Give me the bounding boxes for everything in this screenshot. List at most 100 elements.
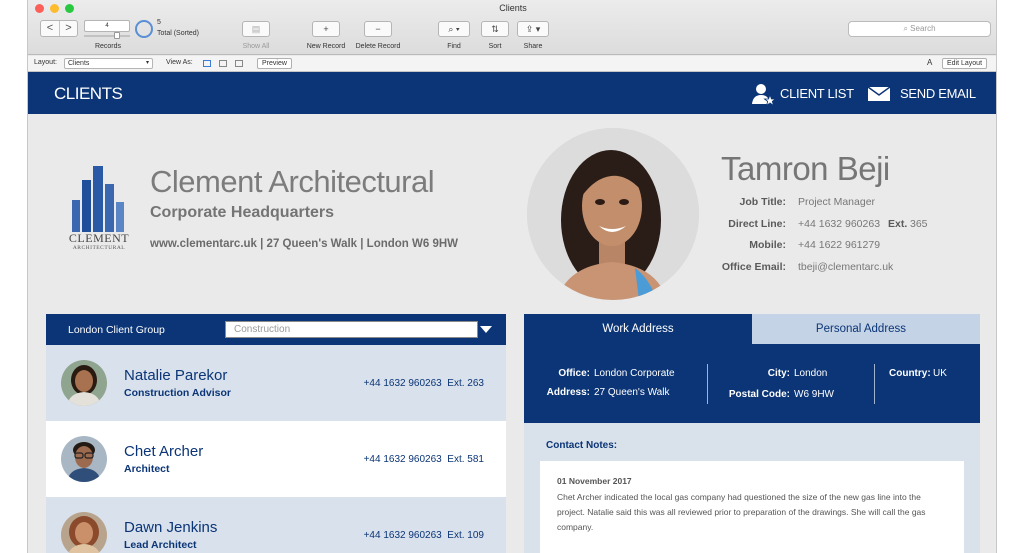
total-label: Total (Sorted)	[157, 30, 200, 37]
chevron-down-icon[interactable]	[480, 326, 492, 333]
address-label: Address:	[546, 387, 590, 398]
company-address: www.clementarc.uk | 27 Queen's Walk | Lo…	[150, 238, 459, 250]
send-email-button[interactable]: SEND EMAIL	[900, 86, 976, 101]
total-count: 5	[157, 19, 161, 26]
group-filter-select[interactable]: Construction	[225, 321, 478, 338]
app-window: Clients < > 4 Records 5 Total (Sorted) ▤…	[27, 0, 997, 553]
edit-layout-button[interactable]: Edit Layout	[942, 58, 988, 69]
search-placeholder: Search	[910, 24, 936, 33]
contact-row[interactable]: Dawn Jenkins Lead Architect +44 1632 960…	[46, 497, 506, 553]
view-as-label: View As:	[166, 59, 193, 66]
found-set-pie-icon	[135, 20, 153, 38]
slider-knob[interactable]	[114, 32, 120, 39]
office-email-label: Office Email:	[721, 261, 786, 273]
share-icon[interactable]: ⇪ ▾	[517, 21, 549, 37]
company-logo	[72, 166, 124, 232]
font-size-icon[interactable]: A	[927, 58, 932, 67]
note-date: 01 November 2017	[557, 476, 632, 486]
contact-row[interactable]: Chet Archer Architect +44 1632 960263 Ex…	[46, 421, 506, 497]
avatar	[61, 512, 107, 553]
form-view-icon[interactable]	[203, 60, 211, 67]
direct-line-label: Direct Line:	[728, 218, 786, 230]
avatar	[61, 360, 107, 406]
records-label: Records	[94, 43, 122, 50]
show-all-icon[interactable]: ▤	[242, 21, 270, 37]
office-value: London Corporate	[594, 368, 675, 379]
layout-select[interactable]: Clients ▾	[64, 58, 153, 69]
show-all-button[interactable]: Show All	[232, 43, 280, 50]
divider	[874, 364, 875, 404]
list-view-icon[interactable]	[219, 60, 227, 67]
tab-work-address[interactable]: Work Address	[524, 314, 752, 344]
mobile-value: +44 1622 961279	[798, 239, 881, 251]
address-tabs: Personal Address Work Address	[524, 314, 980, 344]
logo-subtext: ARCHITECTURAL	[72, 245, 126, 251]
contact-role: Construction Advisor	[124, 387, 231, 399]
note-card[interactable]: 01 November 2017 Chet Archer indicated t…	[540, 461, 964, 553]
delete-record-button[interactable]: Delete Record	[351, 43, 405, 50]
record-slider[interactable]	[84, 32, 130, 39]
divider	[707, 364, 708, 404]
contact-phone: +44 1632 960263 Ext. 109	[363, 530, 484, 541]
contact-name: Natalie Parekor	[124, 367, 228, 384]
contact-notes-title: Contact Notes:	[546, 440, 618, 451]
app-header: CLIENTS CLIENT LIST SEND EMAIL	[28, 72, 996, 114]
contact-name: Dawn Jenkins	[124, 519, 218, 536]
new-record-icon[interactable]: +	[312, 21, 340, 37]
chevron-down-icon: ▾	[145, 60, 149, 66]
office-label: Office:	[558, 368, 590, 379]
new-record-button[interactable]: New Record	[301, 43, 351, 50]
mobile-label: Mobile:	[749, 239, 786, 251]
contact-role: Lead Architect	[124, 539, 197, 551]
contact-phone: +44 1632 960263 Ext. 263	[363, 378, 484, 389]
client-group-label: London Client Group	[68, 324, 165, 336]
toolbar: Clients < > 4 Records 5 Total (Sorted) ▤…	[28, 0, 996, 55]
client-group-bar: London Client Group Construction	[46, 314, 506, 345]
office-email-value[interactable]: tbeji@clementarc.uk	[798, 261, 893, 273]
contact-role: Architect	[124, 463, 170, 475]
job-title-label: Job Title:	[739, 196, 786, 208]
client-list-button[interactable]: CLIENT LIST	[780, 86, 854, 101]
postal-code-label: Postal Code:	[728, 389, 790, 400]
record-nav: < >	[40, 20, 78, 37]
contact-notes-panel: Contact Notes: 01 November 2017 Chet Arc…	[524, 423, 980, 553]
note-text: Chet Archer indicated the local gas comp…	[557, 492, 926, 532]
contact-photo	[527, 128, 699, 300]
next-record-button[interactable]: >	[59, 21, 77, 36]
avatar	[61, 436, 107, 482]
delete-record-icon[interactable]: −	[364, 21, 392, 37]
table-view-icon[interactable]	[235, 60, 243, 67]
preview-button[interactable]: Preview	[257, 58, 292, 69]
record-content: CLEMENT ARCHITECTURAL Clement Architectu…	[28, 114, 996, 553]
work-address-panel: Office: London Corporate Address: 27 Que…	[524, 344, 980, 423]
record-number-field[interactable]: 4	[84, 20, 130, 32]
job-title-value: Project Manager	[798, 196, 876, 208]
contact-name: Chet Archer	[124, 443, 204, 460]
layout-label: Layout:	[34, 59, 57, 66]
search-input[interactable]: ⌕ Search	[848, 21, 991, 37]
ext-label: Ext.	[888, 218, 908, 230]
email-icon[interactable]	[867, 86, 891, 102]
client-list-icon[interactable]	[750, 82, 776, 106]
share-button[interactable]: Share	[513, 43, 553, 50]
previous-record-button[interactable]: <	[41, 21, 59, 36]
contact-name: Tamron Beji	[721, 150, 890, 187]
ext-value: 365	[910, 218, 928, 230]
tab-personal-address[interactable]: Personal Address	[742, 314, 980, 344]
company-name: Clement Architectural	[150, 164, 435, 199]
direct-line-value: +44 1632 960263	[798, 218, 881, 230]
find-icon[interactable]: ⌕ ▾	[438, 21, 470, 37]
find-button[interactable]: Find	[434, 43, 474, 50]
logo-text: CLEMENT	[68, 231, 130, 245]
portrait-image	[527, 128, 699, 300]
address-value: 27 Queen's Walk	[594, 387, 670, 398]
sort-icon[interactable]: ⇅	[481, 21, 509, 37]
layout-value: Clients	[68, 60, 90, 67]
sort-button[interactable]: Sort	[475, 43, 515, 50]
country-value: UK	[933, 368, 947, 379]
contact-row[interactable]: Natalie Parekor Construction Advisor +44…	[46, 345, 506, 421]
page-title: CLIENTS	[54, 84, 123, 103]
contact-phone: +44 1632 960263 Ext. 581	[363, 454, 484, 465]
window-title: Clients	[499, 3, 527, 13]
layout-bar: Layout: Clients ▾ View As: Preview A Edi…	[28, 56, 996, 72]
